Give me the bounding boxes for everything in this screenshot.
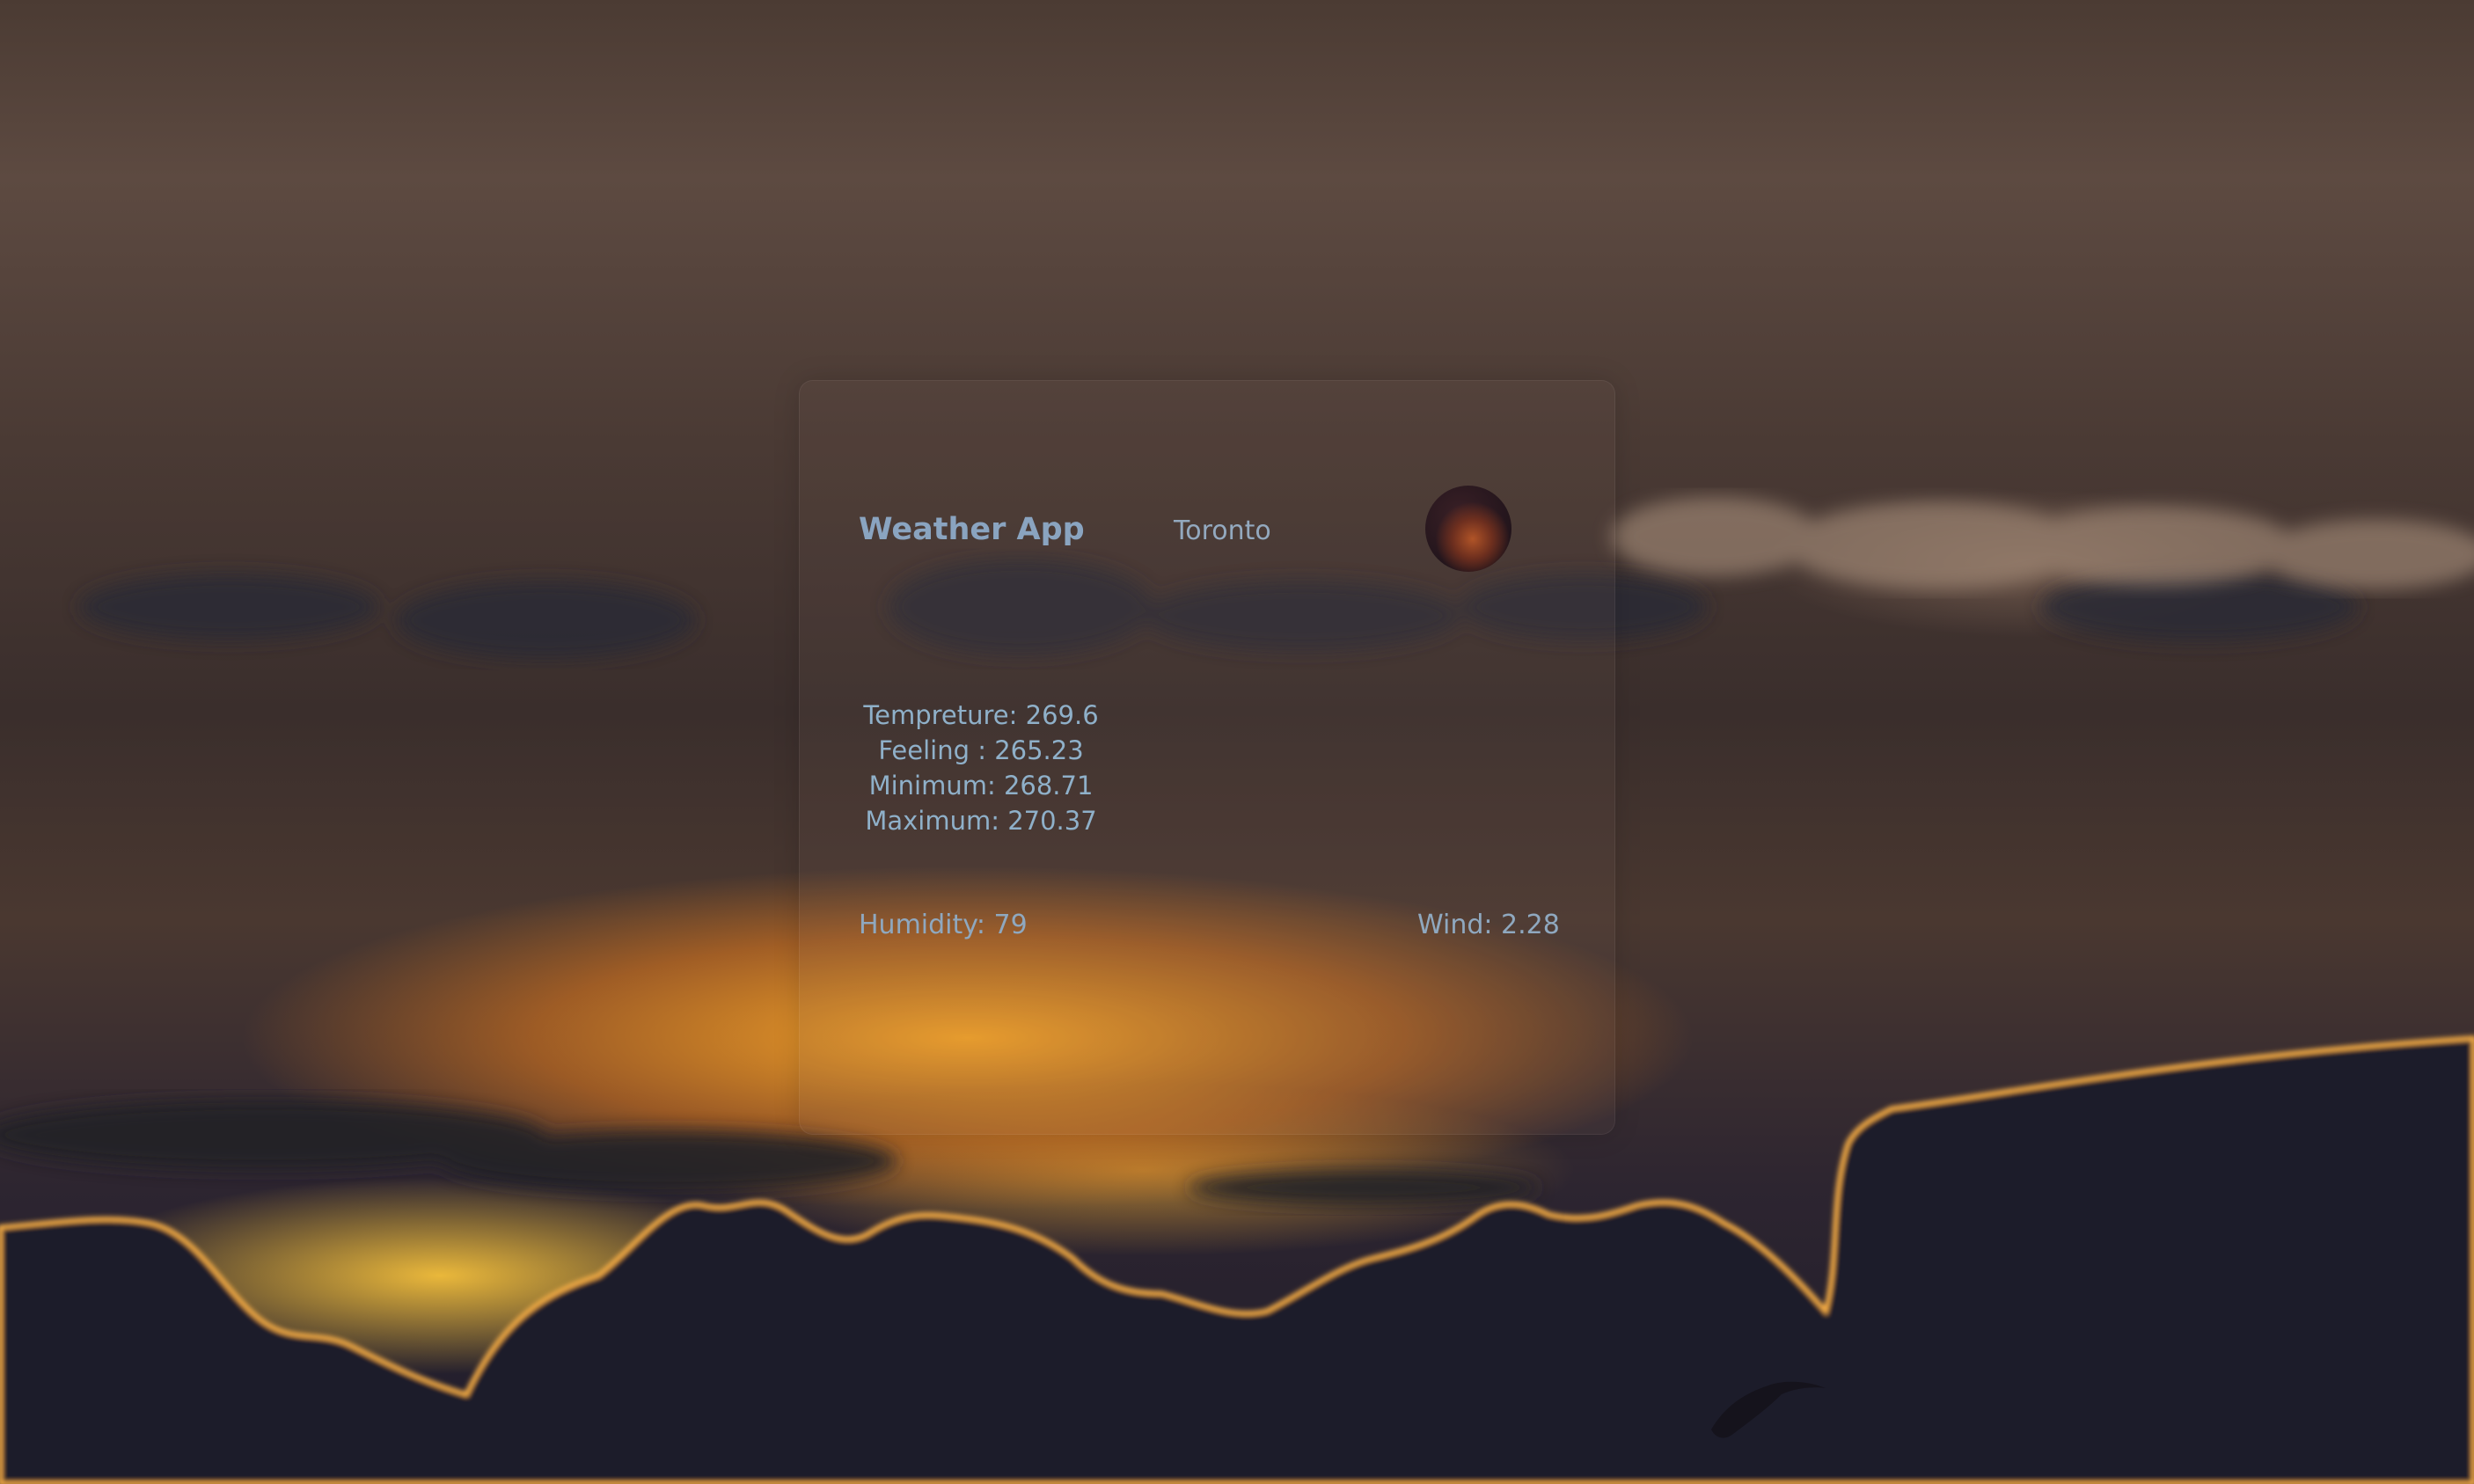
temperature-value: Tempreture: 269.6 — [863, 700, 1099, 730]
wind-value: Wind: 2.28 — [1417, 910, 1560, 940]
temperature-stats: Tempreture: 269.6 Feeling : 265.23 Minim… — [853, 698, 1109, 838]
weather-condition-icon — [1425, 486, 1511, 572]
city-name: Toronto — [1174, 515, 1271, 546]
app-title: Weather App — [859, 512, 1085, 547]
minimum-temperature-value: Minimum: 268.71 — [868, 771, 1094, 800]
feels-like-value: Feeling : 265.23 — [878, 735, 1084, 765]
humidity-value: Humidity: 79 — [859, 910, 1028, 940]
maximum-temperature-value: Maximum: 270.37 — [865, 806, 1097, 836]
